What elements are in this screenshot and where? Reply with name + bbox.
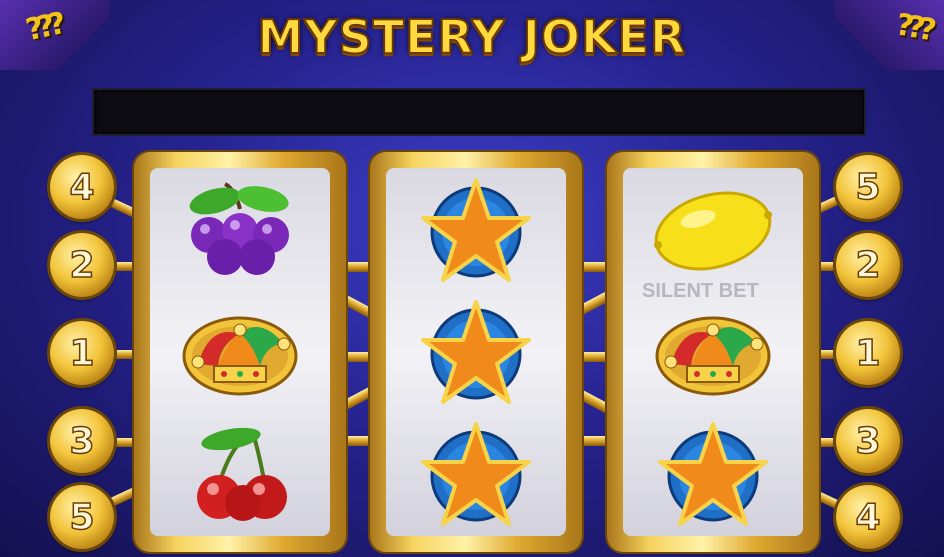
payline-indicator-right[interactable]: 4	[836, 485, 900, 549]
message-bar	[92, 88, 866, 136]
reel-3	[607, 152, 819, 552]
payline-indicator-left[interactable]: 1	[50, 321, 114, 385]
reel-window	[386, 168, 566, 536]
joker-hat-icon	[623, 290, 803, 412]
payline-indicator-right[interactable]: 2	[836, 233, 900, 297]
star-icon	[386, 412, 566, 534]
game-title: MYSTERY JOKER	[257, 9, 687, 65]
star-icon	[386, 290, 566, 412]
star-icon	[386, 168, 566, 290]
payline-indicator-left[interactable]: 3	[50, 409, 114, 473]
reel-2	[370, 152, 582, 552]
cherries-icon	[150, 412, 330, 534]
payline-indicator-left[interactable]: 4	[50, 155, 114, 219]
star-icon	[623, 412, 803, 534]
payline-indicator-right[interactable]: 3	[836, 409, 900, 473]
lemon-icon	[623, 168, 803, 290]
reel-1	[134, 152, 346, 552]
reel-window	[623, 168, 803, 536]
grapes-icon	[150, 168, 330, 290]
watermark: SILENT BET	[642, 280, 759, 302]
joker-hat-icon	[150, 290, 330, 412]
payline-indicator-left[interactable]: 5	[50, 485, 114, 549]
payline-indicator-right[interactable]: 5	[836, 155, 900, 219]
payline-indicator-right[interactable]: 1	[836, 321, 900, 385]
reel-window	[150, 168, 330, 536]
payline-indicator-left[interactable]: 2	[50, 233, 114, 297]
